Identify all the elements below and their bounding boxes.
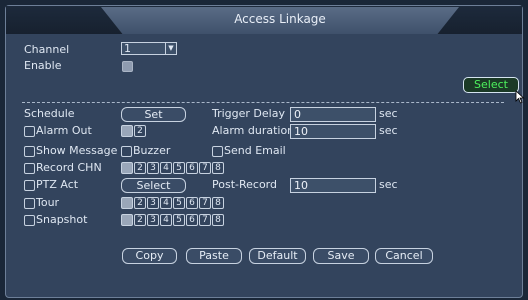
channel-box[interactable]: 6 bbox=[186, 214, 198, 226]
snapshot-label: Snapshot bbox=[36, 213, 88, 226]
channel-box[interactable]: 5 bbox=[173, 214, 185, 226]
show-message-checkbox[interactable] bbox=[24, 146, 35, 157]
paste-button[interactable]: Paste bbox=[186, 248, 242, 264]
send-email-checkbox[interactable] bbox=[212, 146, 223, 157]
record-chn-label: Record CHN bbox=[36, 161, 102, 174]
section-divider bbox=[22, 102, 504, 103]
default-button[interactable]: Default bbox=[249, 248, 306, 264]
schedule-label: Schedule bbox=[24, 107, 75, 120]
alarm-duration-input[interactable]: 10 bbox=[290, 124, 376, 139]
channel-box[interactable]: 4 bbox=[160, 162, 172, 174]
channel-select[interactable]: 1 ▼ bbox=[121, 42, 177, 55]
ptz-act-label: PTZ Act bbox=[36, 178, 79, 191]
alarm-out-label: Alarm Out bbox=[36, 124, 92, 137]
show-message-label: Show Message bbox=[36, 144, 118, 157]
channel-box[interactable]: 2 bbox=[134, 125, 146, 137]
record-chn-checkbox[interactable] bbox=[24, 163, 35, 174]
post-record-unit: sec bbox=[379, 178, 398, 191]
channel-box[interactable]: 1 bbox=[121, 125, 133, 137]
trigger-delay-input[interactable]: 0 bbox=[290, 107, 376, 122]
buzzer-checkbox[interactable] bbox=[121, 146, 132, 157]
ptz-select-button[interactable]: Select bbox=[121, 178, 186, 193]
channel-box[interactable]: 7 bbox=[199, 197, 211, 209]
channel-box[interactable]: 3 bbox=[147, 162, 159, 174]
channel-value: 1 bbox=[124, 42, 131, 55]
enable-checkbox[interactable] bbox=[122, 61, 133, 72]
access-linkage-window: Access Linkage Channel 1 ▼ Enable Select… bbox=[5, 5, 525, 298]
channel-box[interactable]: 4 bbox=[160, 197, 172, 209]
channel-box[interactable]: 5 bbox=[173, 162, 185, 174]
enable-label: Enable bbox=[24, 59, 62, 72]
channel-box[interactable]: 1 bbox=[121, 162, 133, 174]
alarm-duration-label: Alarm duration bbox=[212, 124, 295, 137]
channel-box[interactable]: 2 bbox=[134, 214, 146, 226]
record-chn-boxes: 12345678 bbox=[121, 162, 225, 174]
channel-box[interactable]: 8 bbox=[212, 214, 224, 226]
send-email-label: Send Email bbox=[224, 144, 286, 157]
alarm-duration-unit: sec bbox=[379, 124, 398, 137]
channel-box[interactable]: 4 bbox=[160, 214, 172, 226]
buzzer-label: Buzzer bbox=[133, 144, 171, 157]
channel-box[interactable]: 7 bbox=[199, 162, 211, 174]
channel-box[interactable]: 2 bbox=[134, 197, 146, 209]
alarm-out-boxes: 12 bbox=[121, 125, 147, 137]
post-record-input[interactable]: 10 bbox=[290, 178, 376, 193]
chevron-down-icon[interactable]: ▼ bbox=[165, 43, 176, 54]
channel-box[interactable]: 8 bbox=[212, 197, 224, 209]
cancel-button[interactable]: Cancel bbox=[375, 248, 433, 264]
copy-button[interactable]: Copy bbox=[122, 248, 177, 264]
channel-box[interactable]: 1 bbox=[121, 214, 133, 226]
snapshot-checkbox[interactable] bbox=[24, 215, 35, 226]
mouse-cursor-icon bbox=[515, 90, 525, 104]
channel-label: Channel bbox=[24, 43, 70, 56]
schedule-set-button[interactable]: Set bbox=[121, 107, 186, 122]
channel-box[interactable]: 6 bbox=[186, 162, 198, 174]
alarm-out-checkbox[interactable] bbox=[24, 126, 35, 137]
title-bar: Access Linkage bbox=[6, 6, 522, 34]
channel-box[interactable]: 2 bbox=[134, 162, 146, 174]
channel-box[interactable]: 5 bbox=[173, 197, 185, 209]
select-button[interactable]: Select bbox=[463, 77, 519, 93]
ptz-act-checkbox[interactable] bbox=[24, 180, 35, 191]
window-title: Access Linkage bbox=[101, 7, 459, 34]
post-record-label: Post-Record bbox=[212, 178, 277, 191]
trigger-delay-label: Trigger Delay bbox=[212, 107, 285, 120]
channel-box[interactable]: 7 bbox=[199, 214, 211, 226]
tour-label: Tour bbox=[36, 196, 60, 209]
channel-box[interactable]: 8 bbox=[212, 162, 224, 174]
channel-box[interactable]: 1 bbox=[121, 197, 133, 209]
channel-box[interactable]: 6 bbox=[186, 197, 198, 209]
tour-boxes: 12345678 bbox=[121, 197, 225, 209]
channel-box[interactable]: 3 bbox=[147, 214, 159, 226]
save-button[interactable]: Save bbox=[313, 248, 369, 264]
trigger-delay-unit: sec bbox=[379, 107, 398, 120]
tour-checkbox[interactable] bbox=[24, 198, 35, 209]
channel-box[interactable]: 3 bbox=[147, 197, 159, 209]
snapshot-boxes: 12345678 bbox=[121, 214, 225, 226]
